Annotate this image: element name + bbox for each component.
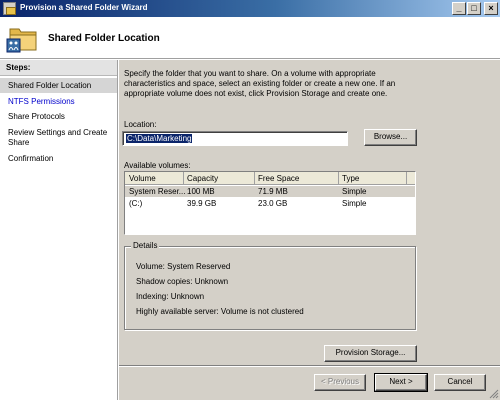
volumes-table[interactable]: Volume Capacity Free Space Type System R… <box>124 171 416 235</box>
table-row[interactable]: System Reser... 100 MB 71.9 MB Simple <box>125 186 415 197</box>
previous-button[interactable]: < Previous <box>314 374 366 391</box>
cell-type: Simple <box>342 187 367 196</box>
cell-free-space: 71.9 MB <box>258 187 288 196</box>
browse-button[interactable]: Browse... <box>364 129 417 146</box>
minimize-button[interactable]: _ <box>452 2 466 15</box>
cell-free-space: 23.0 GB <box>258 199 288 208</box>
cell-capacity: 39.9 GB <box>187 199 217 208</box>
cell-type: Simple <box>342 199 367 208</box>
step-share-protocols: Share Protocols <box>8 112 65 121</box>
step-ntfs-permissions[interactable]: NTFS Permissions <box>0 97 117 107</box>
step-shared-folder-location[interactable]: Shared Folder Location <box>0 78 117 93</box>
cancel-button[interactable]: Cancel <box>434 374 486 391</box>
column-header-volume[interactable]: Volume <box>129 174 156 183</box>
table-row[interactable]: (C:) 39.9 GB 23.0 GB Simple <box>125 198 415 209</box>
location-input[interactable]: C:\Data\Marketing <box>122 131 348 146</box>
maximize-button[interactable]: □ <box>467 2 481 15</box>
window-title: Provision a Shared Folder Wizard <box>20 3 148 12</box>
location-label: Location: <box>124 120 157 129</box>
main-panel: Specify the folder that you want to shar… <box>119 60 500 365</box>
column-header-type[interactable]: Type <box>342 174 359 183</box>
available-volumes-label: Available volumes: <box>124 161 191 170</box>
cell-volume: (C:) <box>129 199 143 208</box>
column-header-free-space[interactable]: Free Space <box>258 174 299 183</box>
detail-highly-available-server: Highly available server: Volume is not c… <box>136 307 304 316</box>
instructions-text: Specify the folder that you want to shar… <box>124 69 396 98</box>
cell-capacity: 100 MB <box>187 187 215 196</box>
page-title: Shared Folder Location <box>48 33 160 44</box>
steps-panel: Steps: Shared Folder Location NTFS Permi… <box>0 60 118 400</box>
next-button[interactable]: Next > <box>374 373 428 392</box>
detail-indexing: Indexing: Unknown <box>136 292 205 301</box>
wizard-header: Shared Folder Location <box>0 17 500 59</box>
detail-shadow-copies: Shadow copies: Unknown <box>136 277 229 286</box>
details-legend: Details <box>131 241 160 250</box>
details-groupbox: Details Volume: System Reserved Shadow c… <box>124 241 416 330</box>
provision-storage-button[interactable]: Provision Storage... <box>324 345 417 362</box>
step-confirmation: Confirmation <box>8 154 54 163</box>
wizard-button-bar: < Previous Next > Cancel <box>119 365 500 400</box>
column-header-capacity[interactable]: Capacity <box>187 174 218 183</box>
shared-folder-icon <box>6 28 37 53</box>
close-button[interactable]: × <box>484 2 498 15</box>
steps-heading: Steps: <box>0 60 117 76</box>
cell-volume: System Reser... <box>129 187 186 196</box>
detail-volume: Volume: System Reserved <box>136 262 231 271</box>
volumes-table-header: Volume Capacity Free Space Type <box>125 172 415 185</box>
wizard-app-icon <box>3 2 16 15</box>
title-bar[interactable]: Provision a Shared Folder Wizard _ □ × <box>0 0 500 17</box>
step-review-settings: Review Settings and Create Share <box>8 128 108 147</box>
resize-grip-icon[interactable] <box>489 389 499 399</box>
location-value: C:\Data\Marketing <box>126 134 193 143</box>
